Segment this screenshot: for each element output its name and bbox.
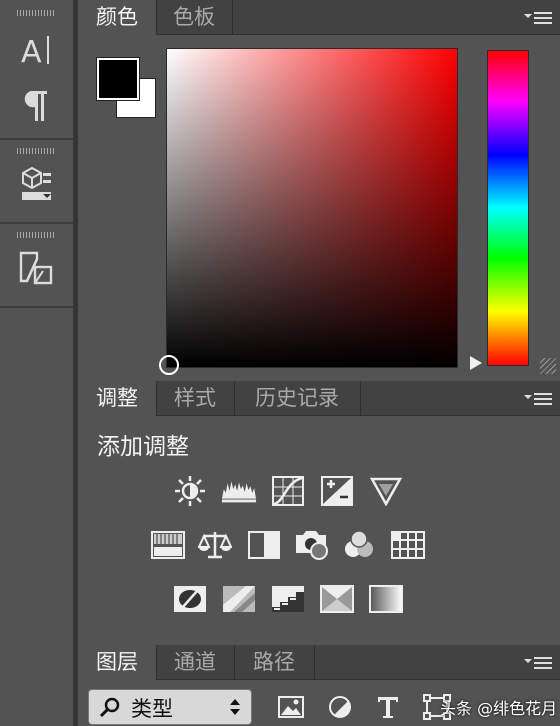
resize-grip-icon[interactable] — [540, 358, 556, 374]
svg-text:A: A — [21, 35, 42, 68]
brightness-contrast-icon[interactable] — [172, 474, 208, 508]
updown-arrows-icon — [229, 697, 241, 721]
channel-mixer-icon[interactable] — [341, 528, 377, 562]
exposure-icon[interactable] — [319, 474, 355, 508]
panel-grip[interactable] — [17, 232, 55, 238]
panel-menu-icon[interactable] — [524, 391, 552, 407]
strip-divider — [0, 138, 73, 140]
type-filter-icon[interactable] — [373, 693, 403, 721]
color-lookup-icon[interactable] — [390, 528, 426, 562]
foreground-color-swatch[interactable] — [97, 58, 139, 100]
panel-menu-icon[interactable] — [524, 10, 552, 26]
tab-adjustments[interactable]: 调整 — [78, 381, 157, 416]
color-picker-field[interactable] — [159, 48, 458, 375]
photo-filter-icon[interactable] — [294, 528, 330, 562]
hue-saturation-icon[interactable] — [150, 528, 186, 562]
invert-icon[interactable] — [172, 582, 208, 616]
color-panel: 颜色 色板 — [78, 0, 560, 378]
tab-history[interactable]: 历史记录 — [234, 381, 361, 415]
picker-handle[interactable] — [159, 355, 179, 375]
strip-divider — [0, 222, 73, 224]
character-icon[interactable]: A — [16, 30, 56, 70]
layers-panel-tabbar: 图层 通道 路径 — [78, 645, 560, 680]
tab-color[interactable]: 颜色 — [78, 0, 157, 35]
tab-channels[interactable]: 通道 — [156, 645, 235, 679]
adjustments-panel: 调整 样式 历史记录 添加调整 — [78, 381, 560, 642]
levels-icon[interactable] — [221, 474, 257, 508]
black-white-icon[interactable] — [246, 528, 282, 562]
3d-icon[interactable] — [16, 164, 56, 204]
tab-styles[interactable]: 样式 — [156, 381, 235, 415]
pixel-filter-icon[interactable] — [276, 693, 306, 721]
layer-kind-filter-select[interactable]: 类型 — [88, 689, 252, 725]
kind-filter-label: 类型 — [131, 697, 173, 721]
watermark: 头条 @绯色花月 — [440, 699, 558, 718]
tab-paths[interactable]: 路径 — [234, 645, 315, 679]
selective-color-icon[interactable] — [319, 582, 355, 616]
panel-menu-icon[interactable] — [524, 655, 552, 671]
panel-grip[interactable] — [17, 148, 55, 154]
posterize-icon[interactable] — [221, 582, 257, 616]
search-icon — [99, 696, 121, 722]
tab-layers[interactable]: 图层 — [78, 645, 157, 680]
color-panel-tabbar: 颜色 色板 — [78, 0, 560, 35]
tab-swatches[interactable]: 色板 — [156, 0, 233, 34]
hue-slider-bar[interactable] — [487, 50, 529, 366]
adjustments-panel-tabbar: 调整 样式 历史记录 — [78, 381, 560, 416]
curves-icon[interactable] — [270, 474, 306, 508]
tool-strip: A — [0, 0, 74, 726]
gradient-map-icon[interactable] — [368, 582, 404, 616]
vibrance-icon[interactable] — [368, 474, 404, 508]
color-balance-icon[interactable] — [197, 528, 233, 562]
hue-slider-handle[interactable] — [470, 356, 482, 370]
paragraph-icon[interactable] — [16, 85, 56, 125]
layers-panel: 图层 通道 路径 类型 头条 @绯色花月 — [78, 645, 560, 726]
add-adjustment-title: 添加调整 — [97, 434, 189, 460]
strip-divider — [0, 306, 73, 308]
threshold-icon[interactable] — [270, 582, 306, 616]
clone-source-icon[interactable] — [16, 248, 56, 288]
adjustment-filter-icon[interactable] — [325, 693, 355, 721]
panel-grip[interactable] — [17, 10, 55, 16]
